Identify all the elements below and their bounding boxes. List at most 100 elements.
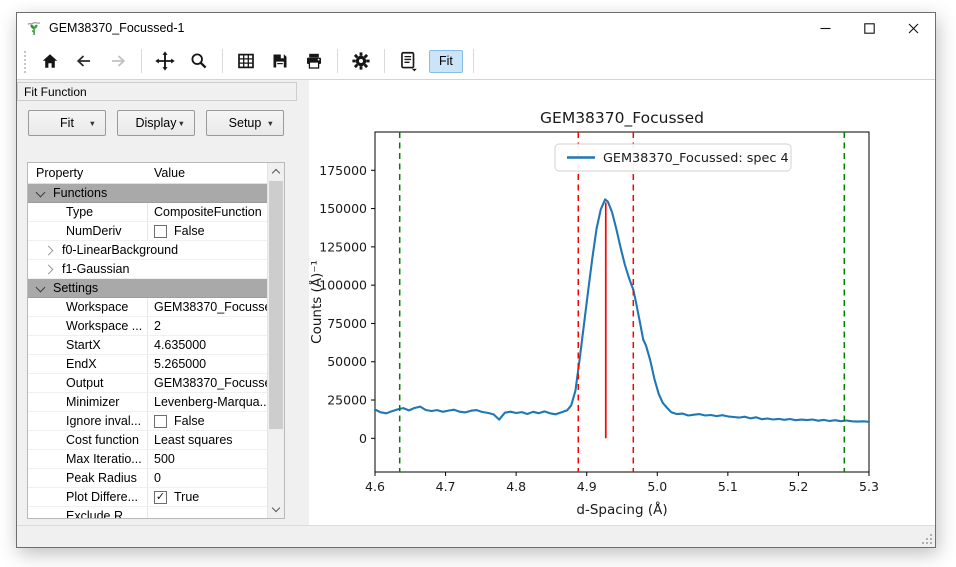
scroll-up-button[interactable] [268,163,284,180]
value-text: 5.265000 [154,357,207,371]
property-value[interactable]: GEM38370_Focussed [147,298,267,316]
grid-icon [238,53,254,69]
value-text: CompositeFunction [154,205,262,219]
group-row[interactable]: Functions [28,184,267,203]
table-row[interactable]: Peak Radius 0 [28,469,267,488]
property-name: Minimizer [66,395,120,409]
property-name: Plot Differe... [66,490,139,504]
property-name: Output [66,376,104,390]
property-name: EndX [66,357,97,371]
value-text: 2 [154,319,161,333]
property-value[interactable]: 5.265000 [147,355,267,373]
chevron-right-icon[interactable] [43,245,54,255]
y-axis-label: Counts (Å)⁻¹ [309,260,325,344]
display-menu-button[interactable]: Display ▼ [117,110,195,136]
resize-grip-icon[interactable] [922,534,932,544]
checkbox-checked[interactable]: ✓ [154,490,167,504]
checkbox-unchecked[interactable] [154,224,167,238]
x-tick-label: 4.6 [365,479,385,494]
maximize-icon [863,22,875,34]
dropdown-arrow-icon: ▼ [266,119,274,128]
property-name: Type [66,205,94,219]
plot-toolbar: Fit [17,43,935,80]
fit-menu-button[interactable]: Fit ▼ [28,110,106,136]
toolbar-separator [337,49,338,73]
settings-button[interactable] [346,47,376,75]
value-text: Levenberg-Marqua... [154,395,267,409]
table-row[interactable]: Exclude R... [28,507,267,518]
table-row[interactable]: f0-LinearBackground [28,241,267,260]
property-value[interactable]: False [147,222,267,240]
plot-title: GEM38370_Focussed [540,109,704,128]
property-value[interactable]: Least squares [147,431,267,449]
table-row[interactable]: Ignore inval... False [28,412,267,431]
zoom-button[interactable] [184,47,214,75]
toolbar-drag-handle[interactable] [22,49,27,73]
table-row[interactable]: EndX 5.265000 [28,355,267,374]
table-row[interactable]: Cost function Least squares [28,431,267,450]
table-row[interactable]: Minimizer Levenberg-Marqua... [28,393,267,412]
print-button[interactable] [299,47,329,75]
table-row[interactable]: f1-Gaussian [28,260,267,279]
chevron-right-icon[interactable] [43,264,54,274]
property-name: Workspace ... [66,319,143,333]
fit-menu-label: Fit [60,116,74,130]
value-text: False [174,224,205,238]
property-value[interactable]: Levenberg-Marqua... [147,393,267,411]
property-name: Workspace [66,300,129,314]
x-axis-label: d-Spacing (Å) [576,501,667,518]
home-button[interactable] [35,47,65,75]
branch-label: f1-Gaussian [62,262,130,276]
property-value[interactable]: 500 [147,450,267,468]
table-row[interactable]: StartX 4.635000 [28,336,267,355]
fit-toggle-button[interactable]: Fit [429,49,463,73]
pan-button[interactable] [150,47,180,75]
back-button[interactable] [69,47,99,75]
property-value[interactable]: 2 [147,317,267,335]
property-value[interactable]: False [147,412,267,430]
save-button[interactable] [265,47,295,75]
close-button[interactable] [891,13,935,43]
table-row[interactable]: Output GEM38370_Focussed [28,374,267,393]
chevron-up-icon [271,168,281,178]
property-value[interactable]: 4.635000 [147,336,267,354]
x-tick-label: 4.9 [577,479,597,494]
property-value[interactable]: 0 [147,469,267,487]
table-row[interactable]: Workspace ... 2 [28,317,267,336]
app-window: GEM38370_Focussed-1 Fit Fit Function Fit… [16,12,936,548]
table-scrollbar[interactable] [267,163,284,518]
mantid-logo-icon [27,21,41,35]
property-name: Cost function [66,433,139,447]
scroll-down-button[interactable] [268,501,284,518]
table-row[interactable]: Max Iteratio... 500 [28,450,267,469]
table-row[interactable]: Type CompositeFunction [28,203,267,222]
group-row[interactable]: Settings [28,279,267,298]
value-text: GEM38370_Focussed [154,376,267,390]
table-row[interactable]: Workspace GEM38370_Focussed [28,298,267,317]
table-row[interactable]: NumDeriv False [28,222,267,241]
pan-icon [155,51,175,71]
generate-script-button[interactable] [393,47,423,75]
x-tick-label: 5.2 [788,479,808,494]
property-value[interactable]: GEM38370_Focussed [147,374,267,392]
property-table-header: Property Value [28,163,267,184]
checkbox-unchecked[interactable] [154,414,167,428]
maximize-button[interactable] [847,13,891,43]
figure: GEM38370_Focussed 4.6 4.7 4.8 4.9 5.0 5.1 5.2 5.… [309,109,879,518]
toolbar-separator [222,49,223,73]
print-icon [307,53,321,69]
table-row[interactable]: Plot Differe... ✓ True [28,488,267,507]
property-value[interactable]: ✓ True [147,488,267,506]
x-tick-label: 5.0 [647,479,667,494]
scrollbar-thumb[interactable] [269,181,283,429]
minimize-button[interactable] [803,13,847,43]
setup-menu-button[interactable]: Setup ▼ [206,110,284,136]
grid-button[interactable] [231,47,261,75]
property-value[interactable] [147,507,267,518]
forward-button[interactable] [103,47,133,75]
property-value[interactable]: CompositeFunction [147,203,267,221]
x-tick-label: 5.3 [859,479,879,494]
window-controls [803,13,935,43]
y-tick-label: 125000 [319,239,367,254]
plot-canvas[interactable]: GEM38370_Focussed 4.6 4.7 4.8 4.9 5.0 5.1 5.2 5.… [309,80,935,525]
